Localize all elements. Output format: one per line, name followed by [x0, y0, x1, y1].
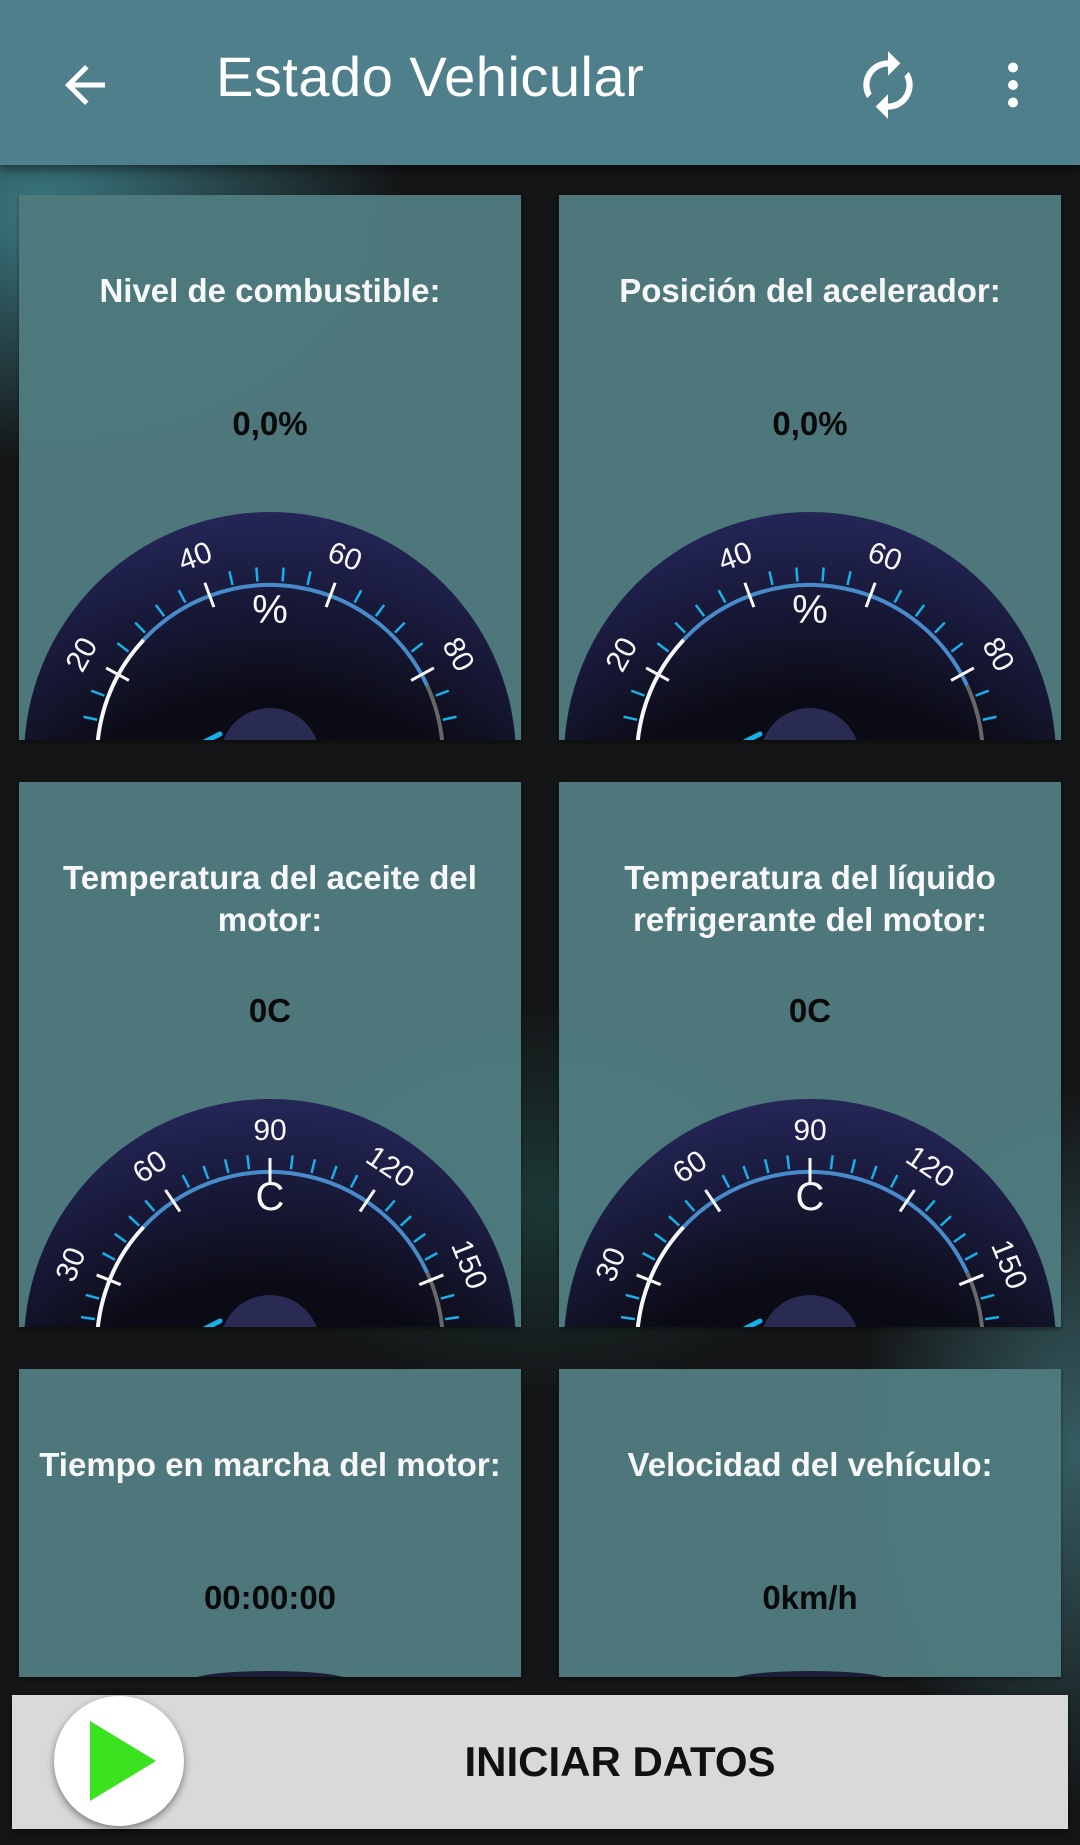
- gauge-unit: C: [256, 1175, 285, 1219]
- card-label: Nivel de combustible:: [99, 272, 441, 309]
- engine-run-time-card: Tiempo en marcha del motor: 00:00:00: [19, 1369, 521, 1677]
- throttle-position-card: Posición del acelerador: 0,0% 0204060801…: [559, 195, 1061, 740]
- fuel-level-card: Nivel de combustible: 0,0% 020406080100%: [19, 195, 521, 740]
- play-icon: [90, 1721, 156, 1801]
- card-label: Posición del acelerador:: [619, 272, 1001, 309]
- coolant-temperature-gauge: 0306090120150180C: [564, 1099, 1056, 1327]
- minor-tick: [821, 567, 825, 582]
- gauge-unit: %: [252, 588, 288, 632]
- gauge-unit: %: [792, 588, 828, 632]
- minor-tick: [829, 1155, 834, 1170]
- minor-tick: [246, 1155, 251, 1170]
- minor-tick: [281, 567, 285, 582]
- gauge-top-edge: [736, 1671, 884, 1677]
- card-value: 0,0%: [232, 405, 308, 442]
- card-value: 0C: [788, 992, 832, 1029]
- refresh-icon: [863, 51, 913, 119]
- refresh-button[interactable]: [838, 35, 938, 135]
- tick-label: 90: [253, 1114, 286, 1147]
- oil-temperature-card: Temperatura del aceite del motor: 0C 030…: [19, 782, 521, 1327]
- card-value: 0km/h: [762, 1579, 858, 1616]
- card-value: 0,0%: [772, 405, 848, 442]
- tick-label: 90: [793, 1114, 826, 1147]
- minor-tick: [795, 567, 799, 582]
- gauge-unit: C: [796, 1175, 825, 1219]
- card-label: Temperatura del líquido refrigerante del…: [624, 859, 996, 938]
- app-bar: Estado Vehicular: [0, 0, 1080, 165]
- arrow-left-icon: [65, 65, 105, 105]
- card-label: Temperatura del aceite del motor:: [63, 859, 477, 938]
- oil-temperature-gauge: 0306090120150180C: [24, 1099, 516, 1327]
- card-label: Velocidad del vehículo:: [627, 1446, 993, 1483]
- card-value: 00:00:00: [203, 1579, 337, 1616]
- play-button[interactable]: [54, 1696, 184, 1826]
- minor-tick: [289, 1155, 294, 1170]
- gauge-top-edge: [196, 1671, 344, 1677]
- fuel-gauge: 020406080100%: [24, 512, 516, 740]
- coolant-temperature-card: Temperatura del líquido refrigerante del…: [559, 782, 1061, 1327]
- throttle-gauge: 020406080100%: [564, 512, 1056, 740]
- minor-tick: [786, 1155, 791, 1170]
- card-label: Tiempo en marcha del motor:: [39, 1446, 501, 1483]
- vehicle-speed-card: Velocidad del vehículo: 0km/h: [559, 1369, 1061, 1677]
- back-button[interactable]: [35, 35, 135, 135]
- card-value: 0C: [248, 992, 292, 1029]
- minor-tick: [255, 567, 259, 582]
- more-options-button[interactable]: [963, 35, 1063, 135]
- more-vert-icon: [1008, 62, 1018, 108]
- page-title: Estado Vehicular: [216, 45, 645, 108]
